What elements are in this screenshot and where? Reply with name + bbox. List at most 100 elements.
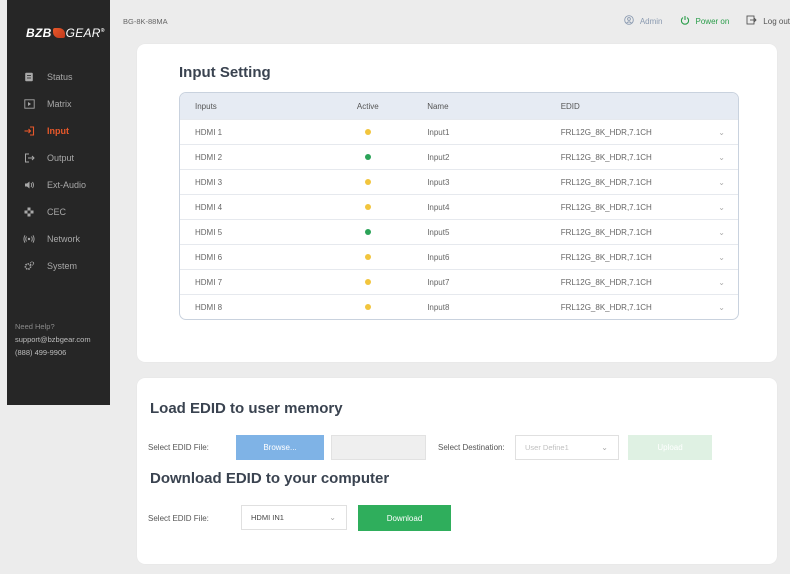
status-dot-icon: [364, 278, 371, 285]
sidebar-item-status[interactable]: Status: [7, 63, 110, 90]
col-inputs: Inputs: [195, 101, 217, 111]
sidebar-item-input[interactable]: Input: [7, 117, 110, 144]
name-cell[interactable]: Input8: [402, 303, 556, 312]
sidebar-item-network[interactable]: Network: [7, 225, 110, 252]
name-cell[interactable]: Input7: [402, 278, 556, 287]
chevron-down-icon[interactable]: ⌄: [705, 303, 738, 312]
name-cell[interactable]: Input3: [402, 178, 556, 187]
help-title: Need Help?: [15, 322, 55, 331]
status-dot-icon: [364, 228, 371, 235]
download-button[interactable]: Download: [358, 505, 451, 531]
sidebar-item-label: Matrix: [47, 98, 72, 109]
active-cell: [333, 278, 402, 287]
download-edid-title: Download EDID to your computer: [150, 470, 390, 487]
logout-icon: [746, 15, 757, 28]
name-cell[interactable]: Input5: [402, 228, 556, 237]
table-row: HDMI 7 Input7 FRL12G_8K_HDR,7.1CH ⌄: [180, 269, 738, 294]
chevron-down-icon[interactable]: ⌄: [705, 278, 738, 287]
sidebar-nav: Status Matrix Input Output Ext-Audio CEC Netwo…: [7, 63, 110, 279]
network-icon: [23, 233, 35, 245]
sidebar-item-label: Input: [47, 125, 69, 136]
upload-button[interactable]: Upload: [628, 435, 712, 460]
destination-select[interactable]: User Define1 ⌄: [515, 435, 619, 460]
sidebar-item-ext-audio[interactable]: Ext-Audio: [7, 171, 110, 198]
matrix-icon: [23, 98, 35, 110]
edid-cell[interactable]: FRL12G_8K_HDR,7.1CH: [556, 253, 705, 262]
download-file-select[interactable]: HDMI IN1 ⌄: [241, 505, 347, 530]
table-body: HDMI 1 Input1 FRL12G_8K_HDR,7.1CH ⌄ HDMI 2 In…: [180, 119, 738, 319]
edid-cell[interactable]: FRL12G_8K_HDR,7.1CH: [556, 153, 705, 162]
load-file-label: Select EDID File:: [148, 443, 209, 452]
power-icon: [680, 15, 690, 28]
active-cell: [333, 153, 402, 162]
input-table: Inputs Active Name EDID HDMI 1 Input1 FRL1…: [179, 92, 739, 320]
load-edid-title: Load EDID to user memory: [150, 400, 343, 417]
status-dot-icon: [364, 153, 371, 160]
logout-button[interactable]: Log out: [746, 15, 790, 28]
input-cell: HDMI 6: [195, 252, 223, 262]
active-cell: [333, 253, 402, 262]
table-row: HDMI 1 Input1 FRL12G_8K_HDR,7.1CH ⌄: [180, 119, 738, 144]
chevron-down-icon[interactable]: ⌄: [705, 128, 738, 137]
sidebar-item-output[interactable]: Output: [7, 144, 110, 171]
edid-cell[interactable]: FRL12G_8K_HDR,7.1CH: [556, 278, 705, 287]
input-cell: HDMI 2: [195, 152, 223, 162]
status-dot-icon: [364, 128, 371, 135]
table-row: HDMI 2 Input2 FRL12G_8K_HDR,7.1CH ⌄: [180, 144, 738, 169]
active-cell: [333, 128, 402, 137]
admin-button[interactable]: Admin: [624, 15, 663, 28]
output-icon: [23, 152, 35, 164]
destination-value: User Define1: [525, 443, 569, 452]
sidebar-item-cec[interactable]: CEC: [7, 198, 110, 225]
edid-cell[interactable]: FRL12G_8K_HDR,7.1CH: [556, 178, 705, 187]
table-row: HDMI 6 Input6 FRL12G_8K_HDR,7.1CH ⌄: [180, 244, 738, 269]
brand-logo[interactable]: BZB GEAR®: [26, 26, 105, 40]
admin-label: Admin: [639, 17, 663, 26]
name-cell[interactable]: Input1: [402, 128, 556, 137]
chevron-down-icon: ⌄: [601, 443, 608, 452]
file-name-field[interactable]: [331, 435, 426, 460]
table-header: Inputs Active Name EDID: [180, 93, 738, 119]
status-dot-icon: [364, 203, 371, 210]
chevron-down-icon[interactable]: ⌄: [705, 178, 738, 187]
sidebar-item-label: System: [47, 260, 78, 271]
sidebar-item-system[interactable]: System: [7, 252, 110, 279]
input-setting-card: Input Setting Inputs Active Name EDID HD…: [137, 44, 777, 362]
help-section: Need Help? support@bzbgear.com (888) 499…: [15, 320, 91, 359]
chevron-down-icon[interactable]: ⌄: [705, 253, 738, 262]
table-row: HDMI 3 Input3 FRL12G_8K_HDR,7.1CH ⌄: [180, 169, 738, 194]
input-cell: HDMI 7: [195, 277, 223, 287]
edid-card: Load EDID to user memory Select EDID Fil…: [137, 378, 777, 564]
input-icon: [23, 125, 35, 137]
edid-cell[interactable]: FRL12G_8K_HDR,7.1CH: [556, 228, 705, 237]
input-cell: HDMI 1: [195, 127, 223, 137]
name-cell[interactable]: Input4: [402, 203, 556, 212]
logo-flame-icon: [52, 28, 65, 38]
destination-label: Select Destination:: [438, 443, 505, 452]
name-cell[interactable]: Input2: [402, 153, 556, 162]
sidebar: BZB GEAR® Status Matrix Input Output Ext-Audi…: [7, 0, 110, 405]
name-cell[interactable]: Input6: [402, 253, 556, 262]
chevron-down-icon[interactable]: ⌄: [705, 203, 738, 212]
sidebar-item-matrix[interactable]: Matrix: [7, 90, 110, 117]
input-cell: HDMI 3: [195, 177, 223, 187]
power-button[interactable]: Power on: [680, 15, 729, 28]
sidebar-item-label: Ext-Audio: [47, 179, 87, 190]
help-email[interactable]: support@bzbgear.com: [15, 333, 91, 346]
edid-cell[interactable]: FRL12G_8K_HDR,7.1CH: [556, 303, 705, 312]
status-dot-icon: [364, 253, 371, 260]
edid-cell[interactable]: FRL12G_8K_HDR,7.1CH: [556, 203, 705, 212]
user-icon: [624, 15, 634, 28]
status-icon: [23, 71, 35, 83]
active-cell: [333, 228, 402, 237]
browse-button[interactable]: Browse...: [236, 435, 324, 460]
chevron-down-icon[interactable]: ⌄: [705, 228, 738, 237]
audio-icon: [23, 179, 35, 191]
edid-cell[interactable]: FRL12G_8K_HDR,7.1CH: [556, 128, 705, 137]
input-cell: HDMI 8: [195, 302, 223, 312]
status-dot-icon: [364, 303, 371, 310]
chevron-down-icon: ⌄: [329, 513, 336, 522]
col-active: Active: [356, 101, 379, 111]
col-name: Name: [427, 101, 449, 111]
chevron-down-icon[interactable]: ⌄: [705, 153, 738, 162]
